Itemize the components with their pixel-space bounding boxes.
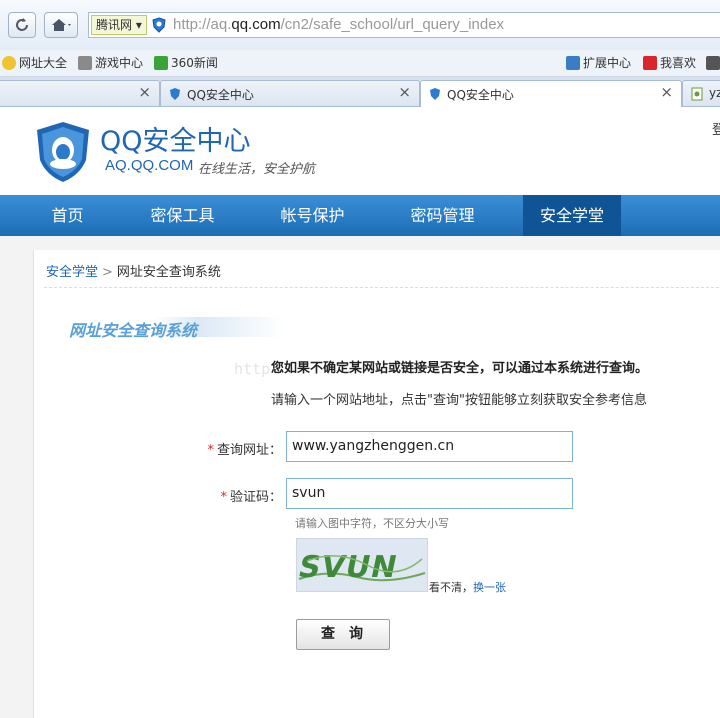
home-button[interactable] xyxy=(44,12,78,38)
captcha-hint: 请输入图中字符，不区分大小写 xyxy=(295,517,449,530)
tab-4[interactable]: yz xyxy=(682,80,720,106)
tab-title: yz xyxy=(709,86,720,100)
required-mark: * xyxy=(220,490,227,505)
nav-home[interactable]: 首页 xyxy=(30,195,105,236)
site-slogan: 在线生活，安全护航 xyxy=(198,162,316,177)
nav-password-management[interactable]: 密码管理 xyxy=(395,195,490,236)
intro-heading: 您如果不确定某网站或链接是否安全，可以通过本系统进行查询。 xyxy=(271,361,649,376)
required-mark: * xyxy=(207,443,214,458)
watermark-text: http xyxy=(234,360,271,378)
close-icon[interactable]: × xyxy=(398,83,411,101)
content-panel: 安全学堂 > 网址安全查询系统 网址安全查询系统 http 您如果不确定某网站或链接… xyxy=(33,250,720,718)
refresh-icon xyxy=(16,18,28,31)
gamepad-icon xyxy=(78,56,92,70)
bookmarks-bar: 网址大全 游戏中心 360新闻 扩展中心 我喜欢 xyxy=(0,50,720,77)
grid-icon xyxy=(706,56,720,70)
plus-icon xyxy=(2,56,16,70)
captcha-field-label: * 验证码： xyxy=(220,490,282,505)
breadcrumb-current: 网址安全查询系统 xyxy=(116,265,221,280)
extension-icon xyxy=(566,56,580,70)
url-text[interactable]: http://aq.qq.com/cn2/safe_school/url_que… xyxy=(173,16,504,33)
url-input[interactable]: www.yangzhenggen.cn xyxy=(286,431,573,462)
login-link[interactable]: 登 xyxy=(712,119,720,138)
tab-title: QQ安全中心 xyxy=(447,88,514,102)
qq-shield-logo-icon[interactable] xyxy=(34,120,92,188)
nav-security-tools[interactable]: 密保工具 xyxy=(135,195,230,236)
nav-account-protection[interactable]: 帐号保护 xyxy=(265,195,360,236)
bookmark-favorites[interactable]: 我喜欢 xyxy=(643,54,696,72)
captcha-input[interactable]: svun xyxy=(286,478,573,509)
close-icon[interactable]: × xyxy=(138,83,151,101)
bookmark-extension-center[interactable]: 扩展中心 xyxy=(566,54,631,72)
tab-2[interactable]: QQ安全中心 × xyxy=(160,80,420,106)
tab-strip: × QQ安全中心 × QQ安全中心 × yz xyxy=(0,77,720,108)
refresh-button[interactable] xyxy=(8,12,36,38)
page-icon xyxy=(691,87,703,104)
bookmark-url-directory[interactable]: 网址大全 xyxy=(2,54,67,72)
bookmark-more[interactable] xyxy=(706,54,720,72)
home-icon xyxy=(52,19,71,31)
site-header: QQ安全中心 AQ.QQ.COM 在线生活，安全护航 登 xyxy=(0,107,720,195)
shield-icon xyxy=(169,87,181,104)
breadcrumb-link-security-school[interactable]: 安全学堂 xyxy=(46,265,98,280)
breadcrumb-separator: > xyxy=(102,265,113,280)
query-button[interactable]: 查询 xyxy=(296,619,390,650)
captcha-image[interactable]: SVUN xyxy=(296,538,428,592)
site-title[interactable]: QQ安全中心 xyxy=(100,119,251,158)
tab-title: QQ安全中心 xyxy=(187,88,254,102)
tab-1[interactable]: × xyxy=(0,80,160,106)
security-shield-icon xyxy=(152,17,166,37)
captcha-glyphs: SVUN xyxy=(297,550,401,585)
shield-icon xyxy=(429,87,441,104)
divider xyxy=(44,287,720,288)
browser-toolbar: 腾讯网 ▾ http://aq.qq.com/cn2/safe_school/u… xyxy=(0,0,720,50)
site-badge[interactable]: 腾讯网 ▾ xyxy=(91,15,147,35)
section-title: 网址安全查询系统 xyxy=(69,321,198,340)
site-domain: AQ.QQ.COM xyxy=(105,157,194,174)
main-nav: 首页 密保工具 帐号保护 密码管理 安全学堂 xyxy=(0,195,720,237)
bookmark-360-news[interactable]: 360新闻 xyxy=(154,54,218,72)
breadcrumb: 安全学堂 > 网址安全查询系统 xyxy=(46,261,221,280)
bookmark-game-center[interactable]: 游戏中心 xyxy=(78,54,143,72)
heart-icon xyxy=(643,56,657,70)
url-field-label: * 查询网址： xyxy=(207,443,282,458)
captcha-refresh[interactable]: 看不清，换一张 xyxy=(429,579,506,595)
address-bar[interactable]: 腾讯网 ▾ http://aq.qq.com/cn2/safe_school/u… xyxy=(88,12,720,38)
intro-description: 请输入一个网站地址，点击"查询"按钮能够立刻获取安全参考信息 xyxy=(271,393,647,408)
nav-security-school[interactable]: 安全学堂 xyxy=(523,195,621,236)
close-icon[interactable]: × xyxy=(660,83,673,101)
news-icon xyxy=(154,56,168,70)
tab-3-active[interactable]: QQ安全中心 × xyxy=(420,80,682,108)
